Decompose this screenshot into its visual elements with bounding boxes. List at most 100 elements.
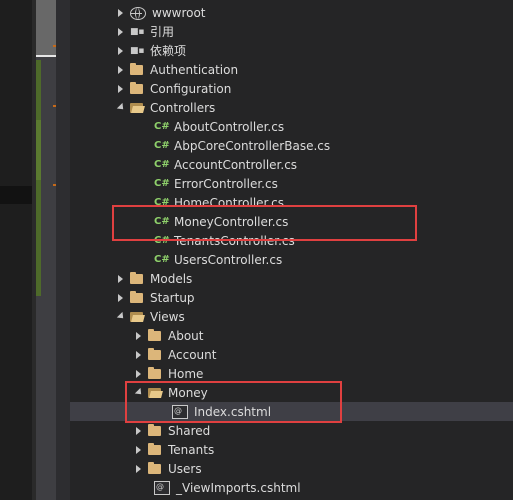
- tree-item-tenantscontroller[interactable]: C# TenantsController.cs: [70, 231, 513, 250]
- tree-item-userscontroller[interactable]: C# UsersController.cs: [70, 250, 513, 269]
- scrollbar-position-line: [36, 55, 56, 57]
- csharp-file-icon: C#: [154, 253, 170, 265]
- csharp-file-icon: C#: [154, 158, 170, 170]
- tree-item-label: Views: [150, 309, 185, 324]
- collapse-arrow-icon[interactable]: [132, 383, 144, 402]
- tree-item-label: Users: [168, 461, 202, 476]
- tree-item-moneycontroller[interactable]: C# MoneyController.cs: [70, 212, 513, 231]
- folder-open-icon: [130, 101, 144, 115]
- tree-item-references[interactable]: 引用: [70, 22, 513, 41]
- tree-item-authentication[interactable]: Authentication: [70, 60, 513, 79]
- tree-item-aboutcontroller[interactable]: C# AboutController.cs: [70, 117, 513, 136]
- expand-arrow-icon[interactable]: [114, 288, 126, 307]
- tree-item-controllers[interactable]: Controllers: [70, 98, 513, 117]
- folder-icon: [130, 81, 144, 96]
- tree-item-abpcorecontrollerbase[interactable]: C# AbpCoreControllerBase.cs: [70, 136, 513, 155]
- tree-item-label: _ViewImports.cshtml: [176, 480, 301, 495]
- tree-item-errorcontroller[interactable]: C# ErrorController.cs: [70, 174, 513, 193]
- tree-item-views[interactable]: Views: [70, 307, 513, 326]
- tree-item-label: 引用: [150, 25, 175, 39]
- tree-item-label: MoneyController.cs: [174, 214, 289, 229]
- folder-icon: [130, 290, 144, 305]
- expand-arrow-icon[interactable]: [132, 326, 144, 345]
- tree-item-label: AbpCoreControllerBase.cs: [174, 138, 331, 153]
- folder-icon: [148, 347, 162, 362]
- tree-item-label: TenantsController.cs: [174, 233, 295, 248]
- tree-item-wwwroot[interactable]: wwwroot: [70, 3, 513, 22]
- tree-item-home[interactable]: Home: [70, 364, 513, 383]
- change-marker-strip: [36, 120, 41, 180]
- expand-arrow-icon[interactable]: [132, 364, 144, 383]
- expand-arrow-icon[interactable]: [114, 79, 126, 98]
- folder-icon: [130, 62, 144, 77]
- tree-item-label: UsersController.cs: [174, 252, 283, 267]
- tree-item-label: Controllers: [150, 100, 216, 115]
- csharp-file-icon: C#: [154, 120, 170, 132]
- solution-explorer-tree: wwwroot 引用 依赖项 Authentication Configurat…: [70, 0, 513, 500]
- tree-item-label: Money: [168, 385, 208, 400]
- references-icon: [130, 25, 144, 39]
- tree-item-index-cshtml[interactable]: Index.cshtml: [70, 402, 513, 421]
- tree-item-label: Account: [168, 347, 217, 362]
- folder-icon: [148, 366, 162, 381]
- expand-arrow-icon[interactable]: [132, 459, 144, 478]
- pane-splitter[interactable]: [56, 0, 70, 500]
- editor-scrollbar-thumb[interactable]: [36, 0, 56, 56]
- tree-item-label: 依赖项: [150, 44, 187, 58]
- expand-arrow-icon[interactable]: [132, 345, 144, 364]
- tree-item-about[interactable]: About: [70, 326, 513, 345]
- tree-item-accountcontroller[interactable]: C# AccountController.cs: [70, 155, 513, 174]
- expand-arrow-icon[interactable]: [114, 3, 126, 22]
- tree-item-shared[interactable]: Shared: [70, 421, 513, 440]
- csharp-file-icon: C#: [154, 234, 170, 246]
- expand-arrow-icon[interactable]: [114, 22, 126, 41]
- editor-line-block: [0, 186, 32, 204]
- tree-item-account[interactable]: Account: [70, 345, 513, 364]
- folder-icon: [148, 423, 162, 438]
- tree-item-label: Tenants: [168, 442, 215, 457]
- razor-file-icon: [172, 405, 188, 419]
- globe-icon: [130, 6, 146, 20]
- csharp-file-icon: C#: [154, 139, 170, 151]
- tree-item-startup[interactable]: Startup: [70, 288, 513, 307]
- tree-item-money[interactable]: Money: [70, 383, 513, 402]
- expand-arrow-icon[interactable]: [132, 421, 144, 440]
- tree-item-label: Index.cshtml: [194, 404, 272, 419]
- tree-item-label: Startup: [150, 290, 195, 305]
- tree-item-users[interactable]: Users: [70, 459, 513, 478]
- tree-item-homecontroller[interactable]: C# HomeController.cs: [70, 193, 513, 212]
- tree-item-label: wwwroot: [152, 5, 206, 20]
- tree-item-label: ErrorController.cs: [174, 176, 278, 191]
- csharp-file-icon: C#: [154, 215, 170, 227]
- tree-item-label: AccountController.cs: [174, 157, 298, 172]
- tree-item-tenants[interactable]: Tenants: [70, 440, 513, 459]
- expand-arrow-icon[interactable]: [114, 269, 126, 288]
- csharp-file-icon: C#: [154, 196, 170, 208]
- expand-arrow-icon[interactable]: [114, 60, 126, 79]
- collapse-arrow-icon[interactable]: [114, 307, 126, 326]
- tree-item-models[interactable]: Models: [70, 269, 513, 288]
- dependencies-icon: [130, 44, 144, 58]
- tree-item-label: Shared: [168, 423, 211, 438]
- tree-item-label: Models: [150, 271, 193, 286]
- razor-file-icon: [154, 481, 170, 495]
- folder-icon: [148, 461, 162, 476]
- tree-item-label: Authentication: [150, 62, 239, 77]
- folder-icon: [148, 328, 162, 343]
- folder-open-icon: [148, 386, 162, 400]
- folder-icon: [148, 442, 162, 457]
- tree-item-dependencies[interactable]: 依赖项: [70, 41, 513, 60]
- tree-item-label: HomeController.cs: [174, 195, 285, 210]
- tree-item-configuration[interactable]: Configuration: [70, 79, 513, 98]
- expand-arrow-icon[interactable]: [132, 440, 144, 459]
- folder-open-icon: [130, 310, 144, 324]
- tree-item-label: About: [168, 328, 204, 343]
- collapse-arrow-icon[interactable]: [114, 98, 126, 117]
- expand-arrow-icon[interactable]: [114, 41, 126, 60]
- tree-item-label: Home: [168, 366, 204, 381]
- tree-item-label: Configuration: [150, 81, 232, 96]
- folder-icon: [130, 271, 144, 286]
- tree-item-label: AboutController.cs: [174, 119, 285, 134]
- tree-item-viewimports[interactable]: _ViewImports.cshtml: [70, 478, 513, 497]
- csharp-file-icon: C#: [154, 177, 170, 189]
